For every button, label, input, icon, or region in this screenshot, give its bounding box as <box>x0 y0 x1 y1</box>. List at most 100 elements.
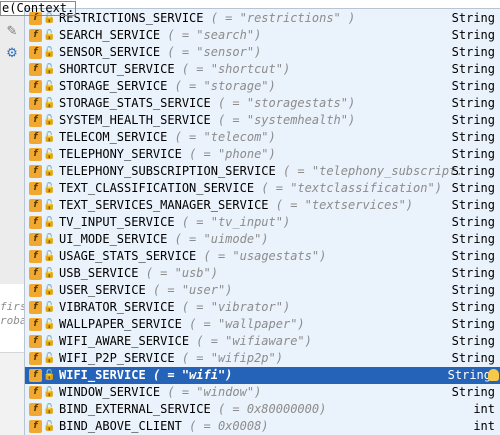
completion-item-name: BIND_ABOVE_CLIENT <box>59 419 182 433</box>
lock-icon: 🔓 <box>43 251 56 262</box>
completion-item-value: ( = "wifip2p") <box>181 351 283 365</box>
field-icon: f <box>29 199 42 212</box>
lock-icon: 🔓 <box>43 81 56 92</box>
completion-item[interactable]: f 🔓 USB_SERVICE ( = "usb") String <box>25 265 500 282</box>
completion-item-name: TELECOM_SERVICE <box>59 130 168 144</box>
lock-icon: 🔓 <box>43 132 56 143</box>
completion-item-selected[interactable]: f 🔓 WIFI_SERVICE ( = "wifi") String <box>25 367 500 384</box>
lock-icon: 🔓 <box>43 166 56 177</box>
completion-item[interactable]: f 🔓 TELEPHONY_SERVICE ( = "phone") String <box>25 146 500 163</box>
completion-item-type: int <box>473 419 495 433</box>
lightbulb-icon[interactable] <box>488 369 499 381</box>
completion-item[interactable]: f 🔓 SHORTCUT_SERVICE ( = "shortcut") String <box>25 61 500 78</box>
completion-item-label: WIFI_SERVICE ( = "wifi") <box>59 367 232 384</box>
completion-item[interactable]: f 🔓 STORAGE_SERVICE ( = "storage") String <box>25 78 500 95</box>
completion-item-name: WALLPAPER_SERVICE <box>59 317 182 331</box>
completion-item-label: SHORTCUT_SERVICE ( = "shortcut") <box>59 61 290 78</box>
completion-item-value: ( = "window") <box>167 385 262 399</box>
completion-item-name: USB_SERVICE <box>59 266 139 280</box>
completion-item[interactable]: f 🔓 SYSTEM_HEALTH_SERVICE ( = "systemhealt… <box>25 112 500 129</box>
completion-item-name: USAGE_STATS_SERVICE <box>59 249 197 263</box>
completion-item-type: String <box>451 385 495 399</box>
code-line[interactable]: e(Context. <box>0 0 77 16</box>
completion-item-value: ( = "textclassification") <box>261 181 442 195</box>
pin-icon[interactable]: ✎ <box>4 24 20 40</box>
completion-item[interactable]: f 🔓 BIND_EXTERNAL_SERVICE ( = 0x80000000) i… <box>25 401 500 418</box>
completion-item-label: STORAGE_SERVICE ( = "storage") <box>59 78 276 95</box>
completion-item-label: SYSTEM_HEALTH_SERVICE ( = "systemhealth"… <box>59 112 355 129</box>
completion-item-name: USER_SERVICE <box>59 283 146 297</box>
lock-icon: 🔓 <box>43 404 56 415</box>
lock-icon: 🔓 <box>43 421 56 432</box>
completion-item-type: int <box>473 402 495 416</box>
field-icon: f <box>29 386 42 399</box>
field-icon: f <box>29 131 42 144</box>
completion-item-name: STORAGE_STATS_SERVICE <box>59 96 211 110</box>
field-icon: f <box>29 284 42 297</box>
lock-icon: 🔓 <box>43 302 56 313</box>
completion-item-type: String <box>451 198 495 212</box>
completion-item[interactable]: f 🔓 TEXT_CLASSIFICATION_SERVICE ( = "textc… <box>25 180 500 197</box>
completion-item-name: SENSOR_SERVICE <box>59 45 161 59</box>
lock-icon: 🔓 <box>43 336 56 347</box>
completion-item-type: String <box>451 266 495 280</box>
field-icon: f <box>29 63 42 76</box>
completion-item[interactable]: f 🔓 TV_INPUT_SERVICE ( = "tv_input") String <box>25 214 500 231</box>
completion-item[interactable]: f 🔓 WIFI_P2P_SERVICE ( = "wifip2p") String <box>25 350 500 367</box>
field-icon: f <box>29 318 42 331</box>
completion-item[interactable]: f 🔓 SENSOR_SERVICE ( = "sensor") String <box>25 44 500 61</box>
lock-icon: 🔓 <box>43 98 56 109</box>
completion-item-name: VIBRATOR_SERVICE <box>59 300 175 314</box>
completion-item-name: SHORTCUT_SERVICE <box>59 62 175 76</box>
completion-item-value: ( = "shortcut") <box>181 62 291 76</box>
completion-item-label: BIND_EXTERNAL_SERVICE ( = 0x80000000) <box>59 401 326 418</box>
completion-item[interactable]: f 🔓 STORAGE_STATS_SERVICE ( = "storagestat… <box>25 95 500 112</box>
completion-item-name: RESTRICTIONS_SERVICE <box>59 11 204 25</box>
field-icon: f <box>29 267 42 280</box>
field-icon: f <box>29 420 42 433</box>
completion-item-value: ( = "wallpaper") <box>189 317 305 331</box>
completion-item[interactable]: f 🔓 SEARCH_SERVICE ( = "search") String <box>25 27 500 44</box>
completion-item-type: String <box>451 11 495 25</box>
completion-item-type: String <box>451 215 495 229</box>
completion-item[interactable]: f 🔓 USAGE_STATS_SERVICE ( = "usagestats") S… <box>25 248 500 265</box>
completion-item-label: TELEPHONY_SERVICE ( = "phone") <box>59 146 276 163</box>
completion-popup[interactable]: f 🔓 RESTRICTIONS_SERVICE ( = "restrictions… <box>24 8 500 435</box>
completion-item-type: String <box>451 130 495 144</box>
completion-item-value: ( = "phone") <box>189 147 276 161</box>
completion-item-label: USAGE_STATS_SERVICE ( = "usagestats") <box>59 248 326 265</box>
completion-item[interactable]: f 🔓 TEXT_SERVICES_MANAGER_SERVICE ( = "tex… <box>25 197 500 214</box>
completion-item-type: String <box>451 113 495 127</box>
completion-item-name: STORAGE_SERVICE <box>59 79 168 93</box>
gear-icon[interactable]: ⚙ <box>4 46 20 62</box>
completion-item[interactable]: f 🔓 UI_MODE_SERVICE ( = "uimode") String <box>25 231 500 248</box>
completion-item-value: ( = "usb") <box>145 266 218 280</box>
completion-item[interactable]: f 🔓 TELECOM_SERVICE ( = "telecom") String <box>25 129 500 146</box>
completion-item-label: TEXT_CLASSIFICATION_SERVICE ( = "textcla… <box>59 180 442 197</box>
completion-item-name: BIND_EXTERNAL_SERVICE <box>59 402 211 416</box>
lock-icon: 🔓 <box>43 47 56 58</box>
completion-item[interactable]: f 🔓 USER_SERVICE ( = "user") String <box>25 282 500 299</box>
completion-item-value: ( = "textservices") <box>275 198 414 212</box>
completion-item-name: WIFI_P2P_SERVICE <box>59 351 175 365</box>
field-icon: f <box>29 352 42 365</box>
completion-item[interactable]: f 🔓 RESTRICTIONS_SERVICE ( = "restrictions… <box>25 10 500 27</box>
field-icon: f <box>29 80 42 93</box>
field-icon: f <box>29 233 42 246</box>
completion-item-label: RESTRICTIONS_SERVICE ( = "restrictions" … <box>59 10 355 27</box>
field-icon: f <box>29 46 42 59</box>
completion-item[interactable]: f 🔓 BIND_ABOVE_CLIENT ( = 0x0008) int <box>25 418 500 435</box>
lock-icon: 🔓 <box>43 200 56 211</box>
completion-item-label: BIND_ABOVE_CLIENT ( = 0x0008) <box>59 418 269 435</box>
completion-item-type: String <box>451 181 495 195</box>
field-icon: f <box>29 301 42 314</box>
completion-item[interactable]: f 🔓 VIBRATOR_SERVICE ( = "vibrator") String <box>25 299 500 316</box>
field-icon: f <box>29 403 42 416</box>
completion-item[interactable]: f 🔓 WALLPAPER_SERVICE ( = "wallpaper") Stri… <box>25 316 500 333</box>
completion-item[interactable]: f 🔓 WIFI_AWARE_SERVICE ( = "wifiaware") Str… <box>25 333 500 350</box>
lock-icon: 🔓 <box>43 115 56 126</box>
field-icon: f <box>29 216 42 229</box>
completion-item-label: TELECOM_SERVICE ( = "telecom") <box>59 129 276 146</box>
completion-item[interactable]: f 🔓 WINDOW_SERVICE ( = "window") String <box>25 384 500 401</box>
completion-item[interactable]: f 🔓 TELEPHONY_SUBSCRIPTION_SERVICE ( = "te… <box>25 163 500 180</box>
